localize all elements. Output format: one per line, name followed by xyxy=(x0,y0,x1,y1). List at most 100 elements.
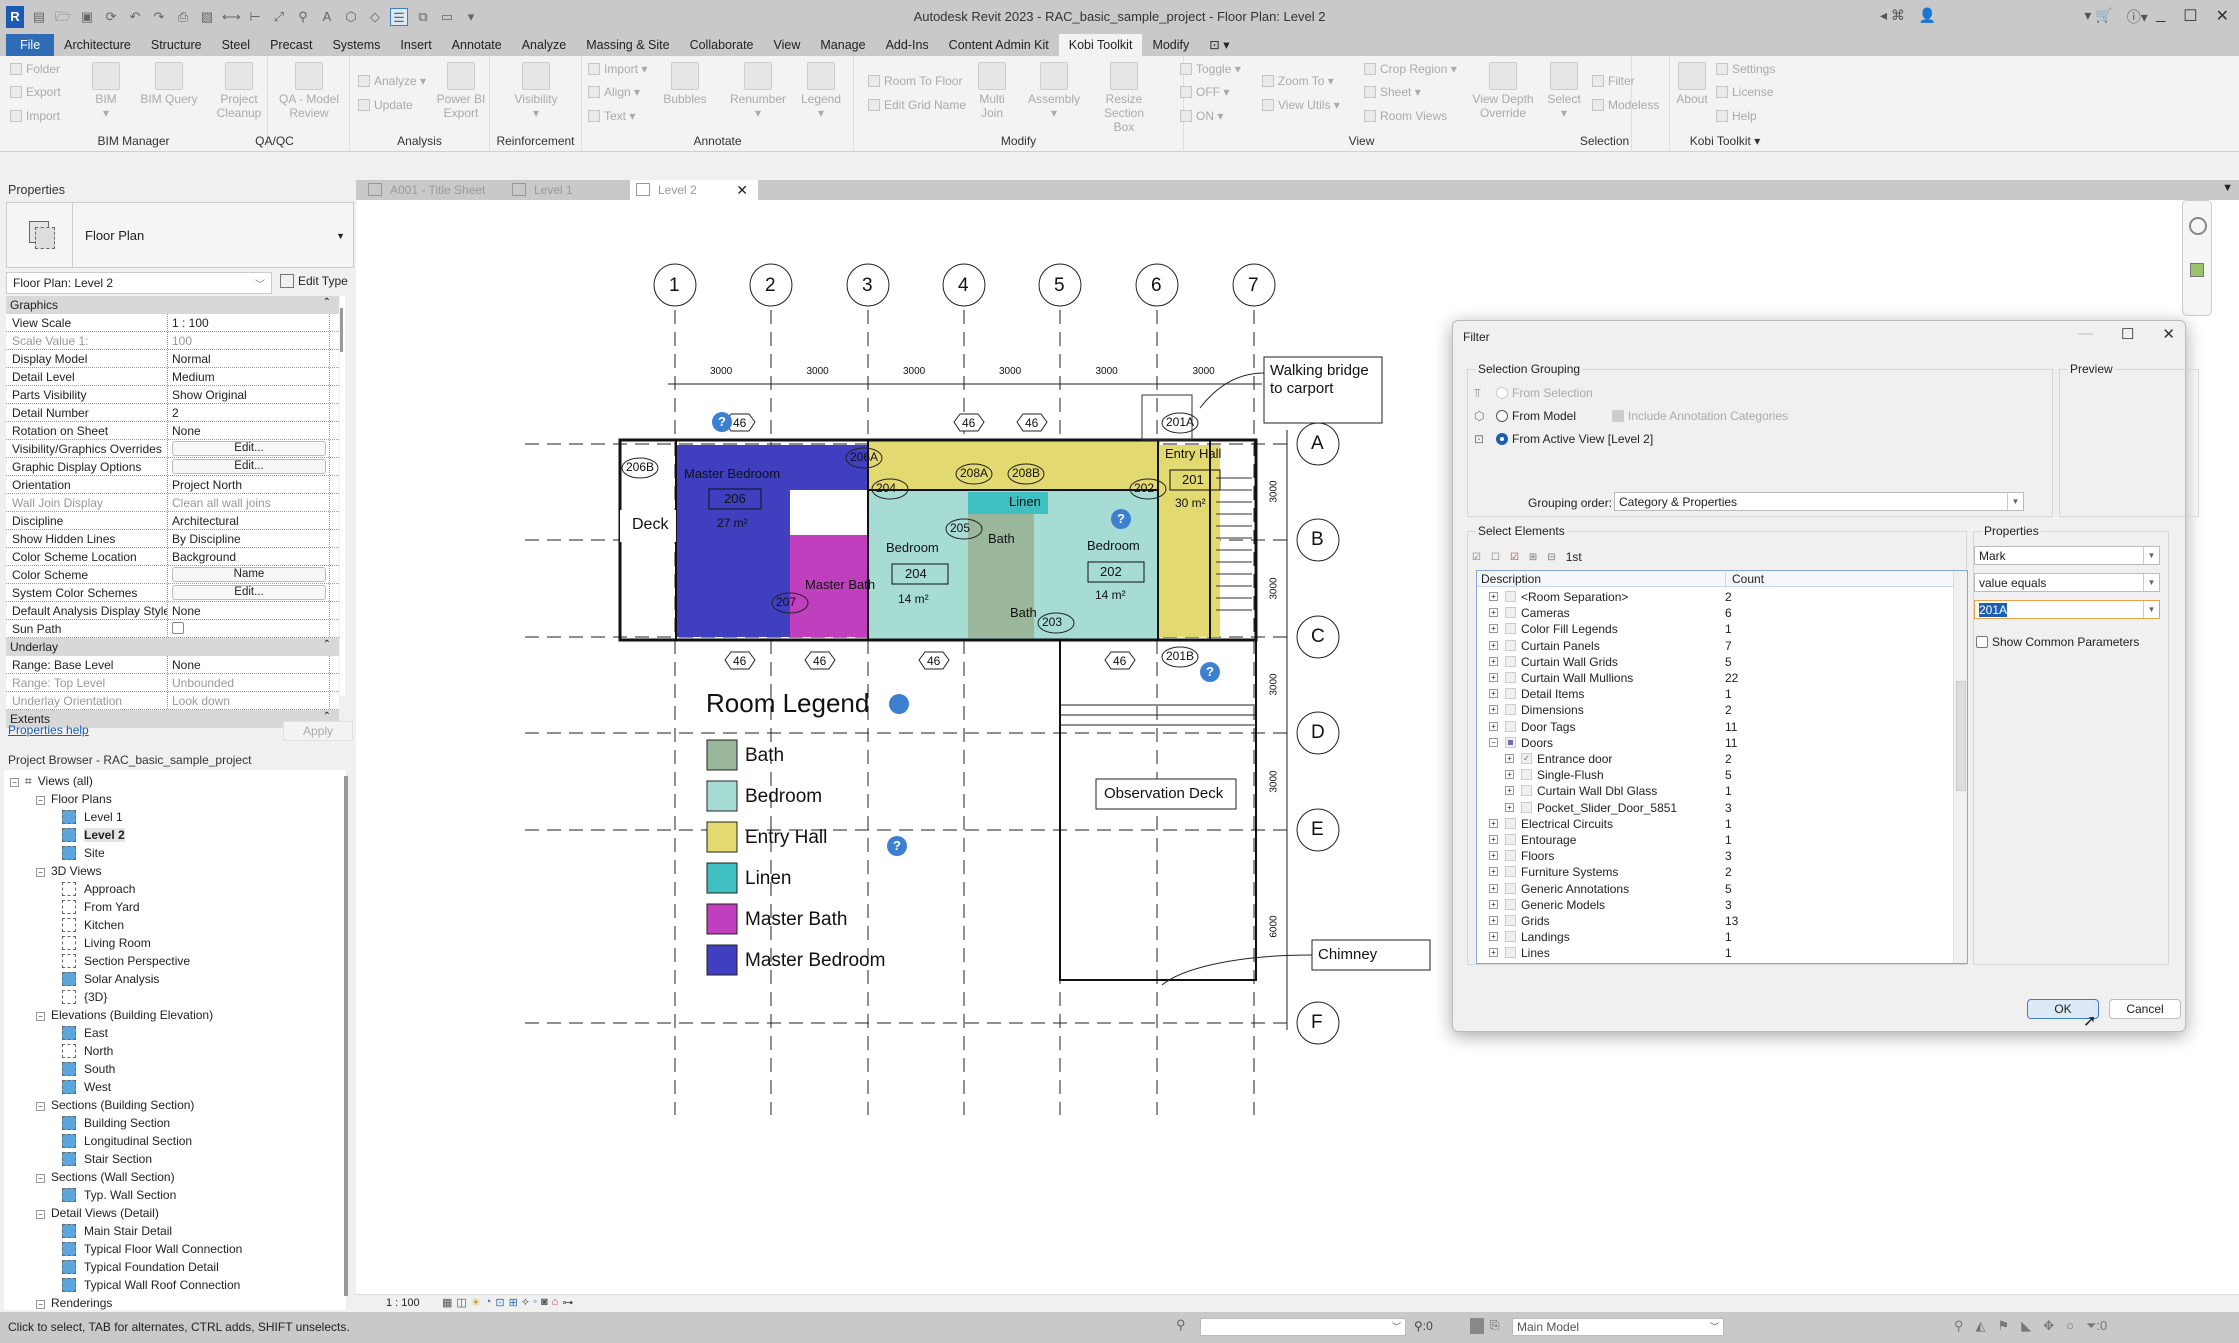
row-checkbox[interactable] xyxy=(1505,639,1516,651)
property-value[interactable]: Background xyxy=(168,548,330,565)
ribbon-tab-massing-site[interactable]: Massing & Site xyxy=(576,34,679,56)
browser-group[interactable]: − Detail Views (Detail) xyxy=(36,1206,159,1220)
expand-icon[interactable]: + xyxy=(1489,689,1498,699)
expand-icon[interactable]: + xyxy=(1489,673,1498,682)
collapse-all-icon[interactable]: ⊟ xyxy=(1547,552,1555,563)
expand-icon[interactable]: + xyxy=(1489,883,1498,893)
browser-view-item[interactable]: Main Stair Detail xyxy=(62,1224,172,1238)
element-row[interactable]: + Electrical Circuits 1 xyxy=(1477,816,1967,832)
close-tab-icon[interactable]: ✕ xyxy=(736,180,748,200)
property-value[interactable]: Architectural xyxy=(168,512,330,529)
ribbon-tab-content-admin-kit[interactable]: Content Admin Kit xyxy=(939,34,1059,56)
property-value[interactable]: 1 : 100 xyxy=(168,314,330,331)
browser-view-item[interactable]: Typical Wall Roof Connection xyxy=(62,1278,240,1292)
zoom-to-button[interactable]: Zoom To ▾ xyxy=(1262,74,1334,88)
user-icon[interactable]: 👤 xyxy=(1919,7,1936,27)
property-value[interactable]: By Discipline xyxy=(168,530,330,547)
collapse-icon[interactable]: − xyxy=(36,1102,45,1111)
resize-section-box-button[interactable]: Resize Section Box xyxy=(1094,62,1154,134)
power-bi-export-button[interactable]: Power BI Export xyxy=(436,62,486,120)
expand-all-icon[interactable]: ⊞ xyxy=(1529,552,1537,563)
browser-view-item[interactable]: East xyxy=(62,1026,108,1040)
cancel-button[interactable]: Cancel xyxy=(2109,999,2181,1019)
browser-view-item[interactable]: Living Room xyxy=(62,936,151,950)
row-checkbox[interactable] xyxy=(1505,591,1516,602)
select-button[interactable]: Select ▾ xyxy=(1544,62,1584,120)
toggle-button[interactable]: Toggle ▾ xyxy=(1180,62,1241,76)
element-row[interactable]: + Generic Models 3 xyxy=(1477,897,1967,913)
filter-button[interactable]: Filter xyxy=(1592,74,1635,88)
element-row[interactable]: + Curtain Wall Mullions 22 xyxy=(1477,670,1967,686)
browser-group[interactable]: − Sections (Building Section) xyxy=(36,1098,194,1112)
expand-icon[interactable]: + xyxy=(1489,705,1498,715)
annotate-import-button[interactable]: Import ▾ xyxy=(588,62,647,76)
from-selection-radio[interactable]: ⫪ From Selection xyxy=(1474,386,1593,401)
browser-view-item[interactable]: North xyxy=(62,1044,113,1058)
expand-icon[interactable]: + xyxy=(1489,592,1498,601)
element-row[interactable]: + Curtain Wall Grids 5 xyxy=(1477,654,1967,670)
browser-view-item[interactable]: Longitudinal Section xyxy=(62,1134,192,1148)
view-tab-level-1[interactable]: Level 1 xyxy=(506,180,626,200)
browser-view-item[interactable]: Section Perspective xyxy=(62,954,190,968)
property-value[interactable]: Normal xyxy=(168,350,330,367)
browser-view-item[interactable]: Typ. Wall Section xyxy=(62,1188,176,1202)
drag-elements-icon[interactable]: ✥ xyxy=(2043,1318,2054,1334)
maximize-icon[interactable]: ☐ xyxy=(2121,325,2134,343)
instance-selector[interactable]: Floor Plan: Level 2 ﹀ xyxy=(6,272,272,294)
ribbon-tab-architecture[interactable]: Architecture xyxy=(54,34,141,56)
caret-down-icon[interactable]: ▼ xyxy=(336,231,345,241)
folder-button[interactable]: Folder xyxy=(10,62,60,76)
grid-scrollbar[interactable] xyxy=(1953,571,1967,963)
row-checkbox[interactable] xyxy=(1505,688,1516,700)
background-process-icon[interactable]: ○ xyxy=(2066,1318,2074,1334)
select-by-face-icon[interactable]: ◣ xyxy=(2021,1318,2031,1334)
license-button[interactable]: License xyxy=(1716,85,1773,99)
property-value[interactable]: Medium xyxy=(168,368,330,385)
bubbles-button[interactable]: Bubbles xyxy=(660,62,710,106)
export-button[interactable]: Export xyxy=(10,85,61,99)
browser-view-item[interactable]: Site xyxy=(62,846,105,860)
row-checkbox[interactable] xyxy=(1521,769,1532,781)
ribbon-display-options-icon[interactable]: ⊡ ▾ xyxy=(1199,34,1239,56)
view-depth-override-button[interactable]: View Depth Override xyxy=(1470,62,1536,120)
element-row[interactable]: + Curtain Wall Dbl Glass 1 xyxy=(1477,783,1967,799)
condition-select[interactable]: value equals ▼ xyxy=(1974,573,2160,592)
row-checkbox[interactable] xyxy=(1505,882,1516,894)
element-row[interactable]: + Furniture Systems 2 xyxy=(1477,864,1967,880)
ribbon-tab-systems[interactable]: Systems xyxy=(322,34,390,56)
property-value[interactable]: Project North xyxy=(168,476,330,493)
on-button[interactable]: ON ▾ xyxy=(1180,109,1223,123)
ribbon-tab-kobi-toolkit[interactable]: Kobi Toolkit xyxy=(1058,34,1143,56)
element-row[interactable]: + Color Fill Legends 1 xyxy=(1477,621,1967,637)
type-selector-preview[interactable]: Floor Plan ▼ xyxy=(6,202,354,268)
ribbon-tab-steel[interactable]: Steel xyxy=(212,34,261,56)
collapse-icon[interactable]: − xyxy=(36,1012,45,1021)
about-button[interactable]: About xyxy=(1674,62,1710,106)
expand-icon[interactable]: + xyxy=(1505,754,1514,763)
unlocked-3d-icon[interactable]: ⟡ xyxy=(522,1296,529,1309)
element-row[interactable]: + Entourage 1 xyxy=(1477,832,1967,848)
collapse-icon[interactable]: − xyxy=(36,1300,45,1309)
show-crop-icon[interactable]: ⊞ xyxy=(509,1296,518,1309)
qa-model-review-button[interactable]: QA - Model Review xyxy=(274,62,344,120)
expand-icon[interactable]: − xyxy=(1489,737,1498,747)
workset-dropdown[interactable]: ﹀ xyxy=(1200,1318,1406,1336)
apply-button[interactable]: Apply xyxy=(283,721,353,741)
element-row[interactable]: + Pocket_Slider_Door_5851 3 xyxy=(1477,800,1967,816)
minimize-icon[interactable]: _ xyxy=(2156,6,2165,26)
visibility-button[interactable]: Visibility ▾ xyxy=(506,62,566,120)
assembly-button[interactable]: Assembly ▾ xyxy=(1024,62,1084,120)
modeless-button[interactable]: Modeless xyxy=(1592,98,1659,112)
row-checkbox[interactable] xyxy=(1505,817,1516,829)
property-value[interactable]: None xyxy=(168,422,330,439)
analyze-button[interactable]: Analyze ▾ xyxy=(358,74,426,88)
invert-check-icon[interactable]: ☑ xyxy=(1510,552,1519,563)
browser-group[interactable]: − Elevations (Building Elevation) xyxy=(36,1008,213,1022)
element-row[interactable]: + Landings 1 xyxy=(1477,929,1967,945)
select-pinned-icon[interactable]: ⚑ xyxy=(1998,1318,2010,1334)
analytical-model-icon[interactable]: ⌂ xyxy=(552,1296,559,1309)
room-to-floor-button[interactable]: Room To Floor xyxy=(868,74,962,88)
settings-button[interactable]: Settings xyxy=(1716,62,1775,76)
uncheck-all-icon[interactable]: ☐ xyxy=(1491,552,1500,563)
property-value[interactable]: None xyxy=(168,602,330,619)
